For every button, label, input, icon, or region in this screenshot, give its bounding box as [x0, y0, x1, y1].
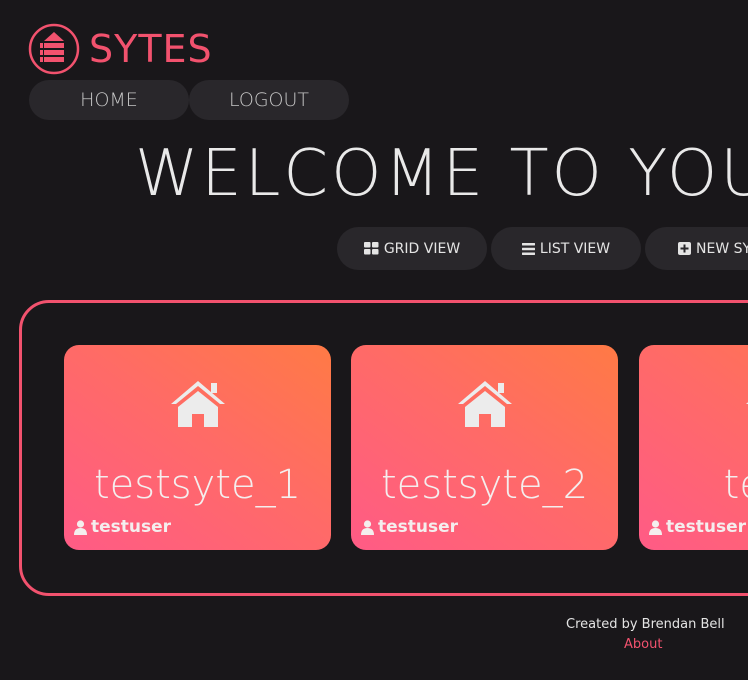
home-icon: [457, 381, 512, 427]
syte-card[interactable]: testsyte_2 testuser: [351, 345, 618, 550]
list-icon: [521, 242, 535, 255]
grid-view-button[interactable]: GRID VIEW: [337, 227, 487, 270]
main-nav: HOME LOGOUT: [29, 80, 349, 120]
about-link[interactable]: About: [624, 637, 662, 652]
syte-title: testsyte_2: [380, 462, 589, 508]
user-icon: [361, 519, 374, 535]
syte-owner-name: testuser: [91, 517, 172, 537]
syte-card[interactable]: testsyte_1 testuser: [64, 345, 331, 550]
plus-square-icon: [678, 242, 691, 255]
page: SYTES HOME LOGOUT WELCOME TO YOUR GRID V…: [0, 0, 748, 680]
new-syte-label: NEW SY: [696, 240, 748, 257]
home-icon: [170, 381, 225, 427]
footer-credit: Created by Brendan Bell: [566, 617, 725, 632]
syte-title: testsyte_1: [93, 462, 302, 508]
syte-owner: testuser: [74, 517, 171, 537]
brand-logo[interactable]: SYTES: [28, 23, 213, 75]
home-button[interactable]: HOME: [29, 80, 189, 120]
grid-icon: [363, 242, 379, 255]
list-view-label: LIST VIEW: [539, 240, 611, 257]
grid-view-label: GRID VIEW: [383, 240, 461, 257]
syte-card[interactable]: tests testuser: [639, 345, 748, 550]
syte-owner: testuser: [649, 517, 746, 537]
user-icon: [649, 519, 662, 535]
page-title: WELCOME TO YOUR: [135, 137, 748, 211]
home-icon: [745, 401, 748, 404]
syte-owner-name: testuser: [666, 517, 747, 537]
view-toolbar: GRID VIEW LIST VIEW NEW SY: [337, 227, 748, 270]
logout-button[interactable]: LOGOUT: [189, 80, 349, 120]
stacked-layers-arrow-icon: [28, 23, 80, 75]
new-syte-button[interactable]: NEW SY: [645, 227, 748, 270]
brand-name: SYTES: [89, 27, 213, 71]
list-view-button[interactable]: LIST VIEW: [491, 227, 641, 270]
syte-owner: testuser: [361, 517, 458, 537]
syte-owner-name: testuser: [378, 517, 459, 537]
user-icon: [74, 519, 87, 535]
syte-title: tests: [723, 462, 748, 508]
